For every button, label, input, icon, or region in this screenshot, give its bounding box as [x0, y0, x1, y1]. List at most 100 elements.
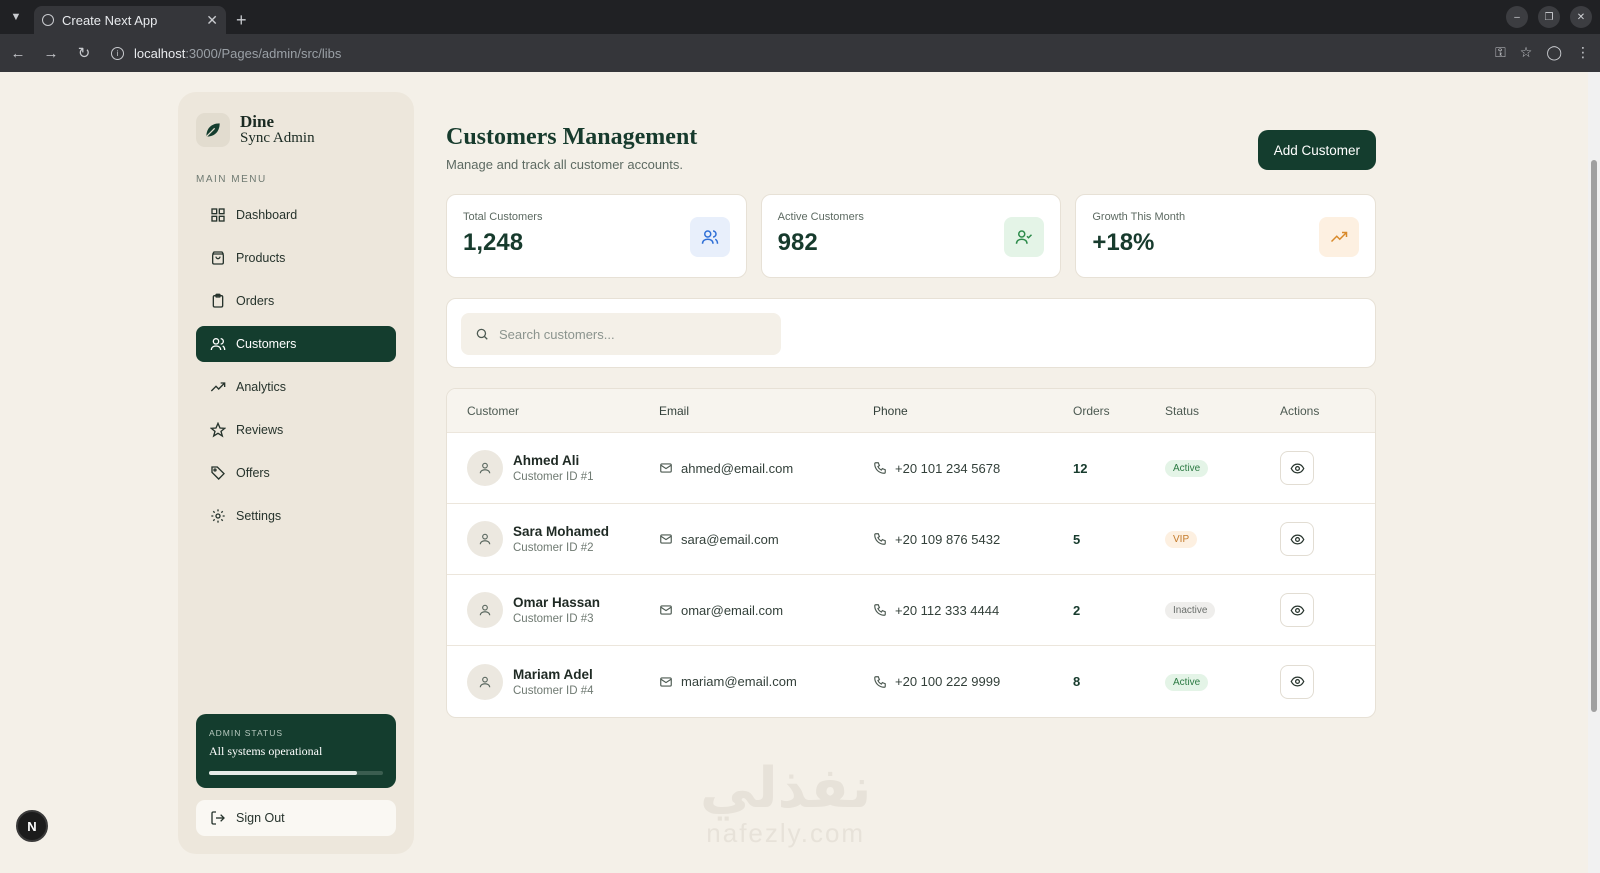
sidebar-item-offers[interactable]: Offers — [196, 455, 396, 491]
column-header-customer: Customer — [467, 403, 520, 418]
phone-cell: +20 100 222 9999 — [873, 674, 1073, 689]
email-cell: omar@email.com — [659, 603, 873, 618]
view-customer-button[interactable] — [1280, 593, 1314, 627]
brand-name: Dine Sync Admin — [240, 113, 315, 147]
customer-cell: Ahmed Ali Customer ID #1 — [447, 450, 659, 486]
customer-cell: Mariam Adel Customer ID #4 — [447, 663, 659, 700]
trending-up-icon — [1319, 217, 1360, 257]
phone-cell: +20 101 234 5678 — [873, 461, 1073, 476]
sidebar-item-analytics[interactable]: Analytics — [196, 369, 396, 405]
key-icon[interactable]: ⚿ — [1495, 44, 1506, 61]
sidebar-item-dashboard[interactable]: Dashboard — [196, 197, 396, 233]
brand-line1: Dine — [240, 112, 274, 131]
leaf-logo-icon — [196, 113, 230, 147]
kebab-menu-icon[interactable]: ⋮ — [1576, 44, 1590, 61]
sidebar-item-label: Settings — [236, 509, 282, 523]
status-text: All systems operational — [209, 744, 323, 758]
eye-icon — [1290, 676, 1304, 687]
mail-icon — [660, 463, 672, 473]
profile-icon[interactable]: ◯ — [1546, 44, 1562, 61]
bag-icon — [212, 251, 224, 265]
new-tab-icon[interactable]: + — [236, 6, 247, 34]
add-customer-button[interactable]: Add Customer — [1257, 130, 1376, 170]
url-field[interactable]: i localhost:3000/Pages/admin/src/libs — [111, 46, 341, 61]
sidebar-item-orders[interactable]: Orders — [196, 283, 396, 319]
bookmark-star-icon[interactable]: ☆ — [1520, 44, 1533, 61]
column-header-phone: Phone — [873, 403, 908, 418]
sidebar-item-customers[interactable]: Customers — [196, 326, 396, 362]
minimize-icon[interactable]: – — [1506, 6, 1528, 28]
email-cell: ahmed@email.com — [659, 461, 873, 476]
search-icon — [476, 328, 488, 340]
status-badge: Active — [1165, 673, 1209, 691]
search-box[interactable] — [461, 313, 781, 355]
view-customer-button[interactable] — [1280, 664, 1314, 699]
customers-table: Customer Email Phone Orders Status Actio… — [446, 388, 1376, 718]
mail-icon — [660, 605, 672, 615]
main-menu: Dashboard Products Orders Customers Anal… — [196, 197, 396, 534]
email-cell: sara@email.com — [659, 532, 873, 547]
tab-search-chevron-icon[interactable]: ▼ — [0, 0, 32, 34]
users-icon — [689, 217, 730, 257]
actions-cell — [1280, 664, 1375, 699]
customer-id: Customer ID #2 — [513, 542, 594, 554]
actions-cell — [1280, 451, 1375, 485]
next-dev-badge[interactable]: N — [16, 810, 48, 842]
customer-cell: Omar Hassan Customer ID #3 — [447, 592, 659, 628]
back-arrow-icon[interactable]: ← — [3, 45, 33, 62]
stat-card-growth: Growth This Month +18% — [1075, 194, 1377, 278]
sign-out-button[interactable]: Sign Out — [196, 800, 396, 836]
view-customer-button[interactable] — [1280, 522, 1314, 556]
customer-name: Omar Hassan — [513, 595, 601, 610]
sidebar-item-products[interactable]: Products — [196, 240, 396, 276]
forward-arrow-icon[interactable]: → — [36, 45, 66, 62]
site-info-icon[interactable]: i — [111, 46, 124, 60]
status-label: ADMIN STATUS — [209, 728, 284, 738]
page-scrollbar[interactable] — [1588, 72, 1600, 873]
view-customer-button[interactable] — [1280, 451, 1314, 485]
customer-id: Customer ID #4 — [513, 684, 594, 697]
user-avatar-icon — [467, 663, 503, 700]
stat-card-total-customers: Total Customers 1,248 — [446, 194, 747, 278]
status-cell: VIP — [1165, 530, 1280, 548]
sidebar-item-label: Reviews — [236, 423, 284, 437]
address-bar: ← → ↻ i localhost:3000/Pages/admin/src/l… — [0, 34, 1600, 72]
table-header: Customer Email Phone Orders Status Actio… — [447, 389, 1375, 433]
email-cell: mariam@email.com — [659, 674, 873, 689]
column-header-email: Email — [659, 403, 690, 418]
stat-card-active-customers: Active Customers 982 — [760, 194, 1062, 278]
search-input[interactable] — [499, 326, 759, 342]
phone-icon — [874, 533, 886, 545]
clipboard-icon — [212, 293, 224, 308]
user-check-icon — [1004, 217, 1045, 257]
sidebar-item-settings[interactable]: Settings — [196, 498, 396, 534]
customer-phone: +20 100 222 9999 — [895, 674, 1001, 689]
table-row: Omar Hassan Customer ID #3 omar@email.co… — [447, 575, 1375, 646]
phone-icon — [874, 462, 886, 474]
tag-icon — [211, 466, 225, 480]
customer-orders: 2 — [1073, 602, 1081, 618]
phone-icon — [874, 604, 886, 616]
user-avatar-icon — [467, 450, 503, 486]
brand-line2: Sync Admin — [240, 130, 315, 146]
scrollbar-thumb[interactable] — [1591, 160, 1597, 712]
restore-icon[interactable]: ❐ — [1538, 6, 1560, 28]
phone-icon — [874, 675, 886, 688]
customer-orders: 8 — [1073, 674, 1081, 689]
watermark-arabic: نفذلي — [700, 756, 872, 819]
sidebar-item-reviews[interactable]: Reviews — [196, 412, 396, 448]
status-badge: VIP — [1165, 531, 1198, 548]
column-header-actions: Actions — [1280, 403, 1320, 418]
status-badge: Inactive — [1165, 602, 1216, 619]
star-icon — [210, 422, 226, 438]
column-header-status: Status — [1165, 403, 1200, 418]
customer-email: ahmed@email.com — [681, 460, 794, 476]
close-window-icon[interactable]: ✕ — [1570, 6, 1592, 28]
reload-icon[interactable]: ↻ — [69, 44, 99, 62]
browser-tab[interactable]: Create Next App ✕ — [34, 6, 226, 34]
status-badge: Active — [1165, 460, 1209, 477]
table-body: Ahmed Ali Customer ID #1 ahmed@email.com… — [447, 433, 1375, 717]
close-tab-icon[interactable]: ✕ — [206, 12, 218, 29]
column-header-orders: Orders — [1073, 403, 1110, 418]
menu-label: MAIN MENU — [196, 174, 267, 185]
